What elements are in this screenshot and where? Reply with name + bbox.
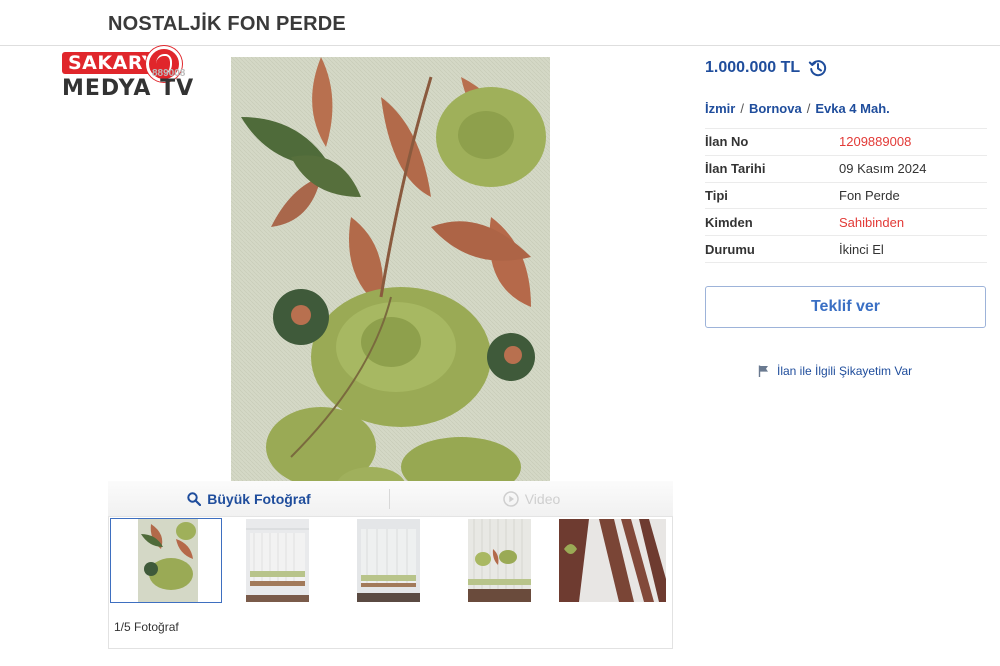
detail-row-tipi: Tipi Fon Perde: [705, 183, 987, 210]
thumbnail-3[interactable]: [357, 519, 420, 602]
breadcrumb-location: İzmir / Bornova / Evka 4 Mah.: [705, 101, 890, 116]
detail-key: Tipi: [705, 187, 728, 203]
detail-key: Durumu: [705, 241, 755, 257]
photo-toolbar: Büyük Fotoğraf Video: [108, 481, 673, 517]
detail-key: İlan No: [705, 134, 749, 150]
thumbnail-1[interactable]: [110, 518, 222, 603]
play-circle-icon: [502, 491, 519, 507]
big-photo-button[interactable]: Büyük Fotoğraf: [108, 481, 390, 517]
sakarya-medya-logo: SAKARYA 889008 MEDYA TV: [60, 46, 195, 106]
detail-value: 09 Kasım 2024: [839, 161, 927, 177]
logo-brand-bottom: MEDYA TV: [62, 76, 195, 101]
detail-key: İlan Tarihi: [705, 161, 766, 177]
listing-details-table: İlan No 1209889008 İlan Tarihi 09 Kasım …: [705, 128, 987, 263]
detail-row-kimden: Kimden Sahibinden: [705, 209, 987, 237]
breadcrumb-separator: /: [806, 101, 811, 116]
history-icon[interactable]: [808, 58, 828, 78]
thumbnail-strip: 1/5 Fotoğraf: [108, 517, 673, 649]
page-title: NOSTALJİK FON PERDE: [108, 13, 346, 35]
thumbnail-5[interactable]: [559, 519, 666, 602]
search-icon: [187, 492, 202, 506]
detail-row-ilan-tarihi: İlan Tarihi 09 Kasım 2024: [705, 156, 987, 183]
price: 1.000.000 TL: [705, 58, 828, 78]
complaint-link[interactable]: İlan ile İlgili Şikayetim Var: [757, 364, 912, 378]
location-neighborhood[interactable]: Evka 4 Mah.: [815, 101, 889, 116]
complaint-label: İlan ile İlgili Şikayetim Var: [777, 364, 913, 378]
make-offer-button[interactable]: Teklif ver: [705, 286, 986, 328]
big-photo-label: Büyük Fotoğraf: [207, 491, 311, 507]
video-label: Video: [524, 491, 561, 507]
detail-key: Kimden: [705, 214, 753, 230]
main-listing-photo[interactable]: [231, 57, 550, 481]
detail-value: Fon Perde: [839, 187, 900, 203]
detail-value: Sahibinden: [839, 214, 905, 230]
flag-icon: [758, 365, 768, 377]
video-button: Video: [390, 481, 673, 517]
thumbnail-2[interactable]: [246, 519, 309, 602]
detail-row-durumu: Durumu İkinci El: [705, 236, 987, 263]
location-district[interactable]: Bornova: [749, 101, 802, 116]
detail-value: İkinci El: [839, 241, 884, 257]
detail-row-ilan-no: İlan No 1209889008: [705, 129, 987, 156]
thumbnail-4[interactable]: [468, 519, 531, 602]
detail-value: 1209889008: [839, 134, 912, 150]
photo-count: 1/5 Fotoğraf: [114, 620, 179, 634]
breadcrumb-separator: /: [740, 101, 744, 116]
price-value: 1.000.000 TL: [705, 59, 801, 76]
location-city[interactable]: İzmir: [705, 101, 735, 116]
